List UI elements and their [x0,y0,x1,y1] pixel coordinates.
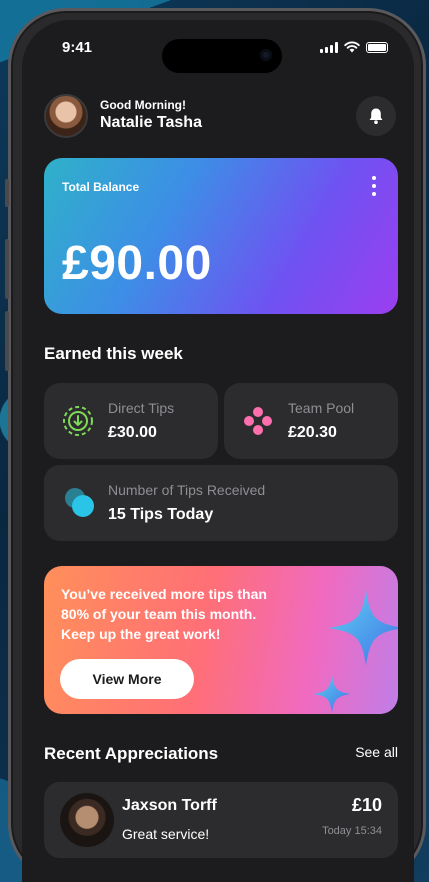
wifi-icon [344,41,360,53]
appreciation-message: Great service! [122,826,210,842]
bell-icon [369,108,383,124]
tips-received-label: Number of Tips Received [108,482,266,498]
tips-coins-icon [65,488,94,517]
header: Good Morning! Natalie Tasha [44,94,396,140]
appreciation-name: Jaxson Torff [122,797,217,814]
balance-amount: £90.00 [62,237,212,290]
download-circle-icon [63,406,93,436]
status-time: 9:41 [62,39,93,56]
earned-title: Earned this week [44,344,183,363]
tips-received-value: 15 Tips Today [108,506,214,523]
recent-title: Recent Appreciations [44,744,219,763]
sparkle-small-icon [313,675,351,713]
volume-up-button [5,239,9,299]
team-pool-value: £20.30 [288,424,337,441]
appreciation-time: Today 15:34 [322,825,382,837]
battery-icon [366,41,388,53]
promo-message: You’ve received more tips than 80% of yo… [61,584,301,644]
promo-line-1: You’ve received more tips than [61,586,267,602]
see-all-link[interactable]: See all [355,744,398,760]
greeting: Good Morning! [100,98,186,112]
volume-down-button [5,311,9,371]
signal-icon [320,41,338,53]
direct-tips-value: £30.00 [108,424,157,441]
team-pool-card[interactable]: Team Pool £20.30 [224,383,398,459]
status-icons [320,41,388,53]
team-dots-icon [244,407,272,435]
direct-tips-card[interactable]: Direct Tips £30.00 [44,383,218,459]
promo-banner: You’ve received more tips than 80% of yo… [44,566,398,714]
sparkle-icon [328,590,398,666]
appreciation-amount: £10 [351,795,382,815]
action-button [5,179,9,207]
kebab-menu-icon[interactable] [372,176,376,196]
avatar [60,793,114,847]
view-more-button[interactable]: View More [60,659,194,699]
direct-tips-label: Direct Tips [108,400,175,416]
status-bar: 9:41 [22,20,414,74]
user-avatar[interactable] [44,94,88,138]
promo-line-2: 80% of your team this month. [61,606,257,622]
promo-line-3: Keep up the great work! [61,626,221,642]
team-pool-label: Team Pool [288,400,355,416]
list-item[interactable]: Jaxson Torff Great service! £10 Today 15… [44,782,398,858]
tips-received-card[interactable]: Number of Tips Received 15 Tips Today [44,465,398,541]
camera-icon [260,49,272,61]
notifications-button[interactable] [356,96,396,136]
balance-card[interactable]: Total Balance £90.00 [44,158,398,314]
app-screen: 9:41 Good Morning! Natalie Tasha Total B… [22,20,414,882]
user-name: Natalie Tasha [100,114,202,131]
balance-label: Total Balance [62,180,140,194]
dynamic-island [162,39,282,73]
